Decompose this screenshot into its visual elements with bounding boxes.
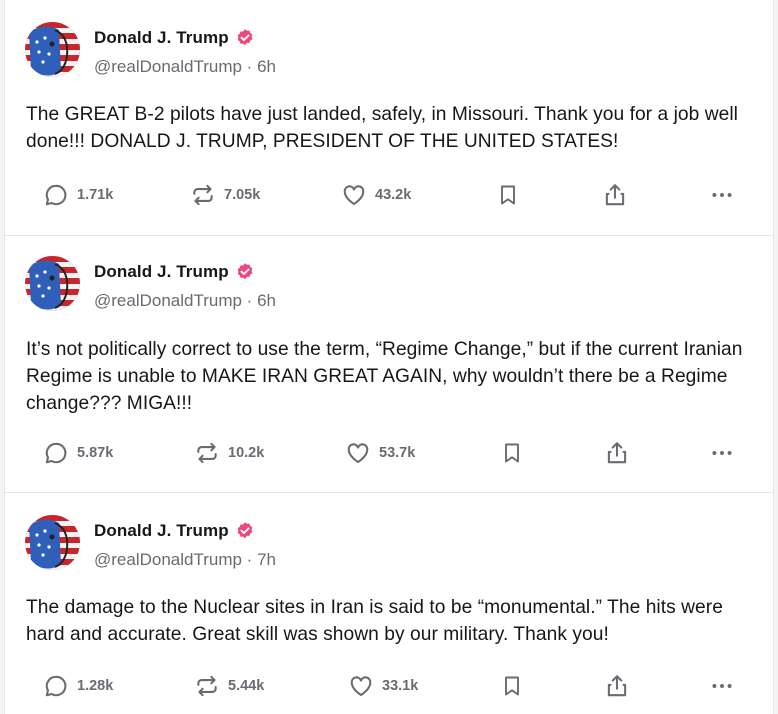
post-header: Donald J. Trump @realDonaldTrump · 7h — [25, 515, 625, 575]
share-button[interactable] — [602, 180, 628, 210]
bookmark-icon — [500, 440, 524, 466]
bookmark-button[interactable] — [496, 180, 520, 210]
author-name[interactable]: Donald J. Trump — [94, 28, 229, 48]
share-button[interactable] — [604, 438, 630, 468]
post-text: The damage to the Nuclear sites in Iran … — [26, 597, 723, 645]
reply-button[interactable]: 1.71k — [43, 180, 113, 210]
bookmark-button[interactable] — [500, 671, 524, 701]
avatar[interactable] — [25, 256, 80, 311]
post-header: Donald J. Trump @realDonaldTrump · 6h — [25, 256, 625, 316]
heart-icon — [341, 182, 367, 208]
post-actions: 1.71k 7.05k 43.2k — [5, 180, 773, 210]
ellipsis-icon — [709, 182, 735, 208]
heart-icon — [348, 673, 374, 699]
speech-bubble-icon — [43, 673, 69, 699]
like-count: 33.1k — [382, 678, 419, 694]
author-name[interactable]: Donald J. Trump — [94, 521, 229, 541]
timeline-feed: Donald J. Trump @realDonaldTrump · 6h Th… — [4, 0, 774, 714]
ellipsis-icon — [709, 673, 735, 699]
reply-button[interactable]: 1.28k — [43, 671, 113, 701]
like-button[interactable]: 43.2k — [341, 180, 411, 210]
post-card[interactable]: Donald J. Trump @realDonaldTrump · 7h Th… — [5, 493, 773, 714]
more-options-button[interactable] — [709, 438, 735, 468]
post-card[interactable]: Donald J. Trump @realDonaldTrump · 6h It… — [5, 236, 773, 493]
bookmark-icon — [500, 673, 524, 699]
post-header: Donald J. Trump @realDonaldTrump · 6h — [25, 22, 625, 82]
verified-badge-icon — [235, 262, 255, 282]
speech-bubble-icon — [43, 182, 69, 208]
share-button[interactable] — [604, 671, 630, 701]
more-options-button[interactable] — [709, 180, 735, 210]
author-row: Donald J. Trump — [94, 260, 255, 284]
repost-arrows-icon — [194, 673, 220, 699]
share-upload-icon — [604, 673, 630, 699]
author-handle[interactable]: @realDonaldTrump · 6h — [94, 291, 276, 311]
like-button[interactable]: 53.7k — [345, 438, 415, 468]
repost-button[interactable]: 5.44k — [194, 671, 264, 701]
reply-button[interactable]: 5.87k — [43, 438, 113, 468]
reply-count: 1.71k — [77, 187, 114, 203]
like-count: 53.7k — [379, 445, 416, 461]
repost-arrows-icon — [190, 182, 216, 208]
verified-badge-icon — [235, 521, 255, 541]
verified-badge-icon — [235, 28, 255, 48]
author-row: Donald J. Trump — [94, 519, 255, 543]
post-actions: 1.28k 5.44k 33.1k — [5, 671, 773, 701]
author-row: Donald J. Trump — [94, 26, 255, 50]
share-upload-icon — [602, 182, 628, 208]
reply-count: 1.28k — [77, 678, 114, 694]
more-options-button[interactable] — [709, 671, 735, 701]
avatar[interactable] — [25, 22, 80, 77]
bookmark-icon — [496, 182, 520, 208]
avatar[interactable] — [25, 515, 80, 570]
repost-button[interactable]: 10.2k — [194, 438, 264, 468]
post-card[interactable]: Donald J. Trump @realDonaldTrump · 6h Th… — [5, 0, 773, 236]
bookmark-button[interactable] — [500, 438, 524, 468]
repost-count: 7.05k — [224, 187, 261, 203]
post-text: It’s not politically correct to use the … — [26, 339, 743, 414]
author-handle[interactable]: @realDonaldTrump · 6h — [94, 57, 276, 77]
author-name[interactable]: Donald J. Trump — [94, 262, 229, 282]
post-actions: 5.87k 10.2k 53.7k — [5, 438, 773, 468]
like-count: 43.2k — [375, 187, 412, 203]
author-handle[interactable]: @realDonaldTrump · 7h — [94, 550, 276, 570]
share-upload-icon — [604, 440, 630, 466]
repost-count: 10.2k — [228, 445, 265, 461]
repost-arrows-icon — [194, 440, 220, 466]
repost-button[interactable]: 7.05k — [190, 180, 260, 210]
repost-count: 5.44k — [228, 678, 265, 694]
speech-bubble-icon — [43, 440, 69, 466]
heart-icon — [345, 440, 371, 466]
ellipsis-icon — [709, 440, 735, 466]
post-text: The GREAT B-2 pilots have just landed, s… — [26, 104, 738, 152]
like-button[interactable]: 33.1k — [348, 671, 418, 701]
reply-count: 5.87k — [77, 445, 114, 461]
